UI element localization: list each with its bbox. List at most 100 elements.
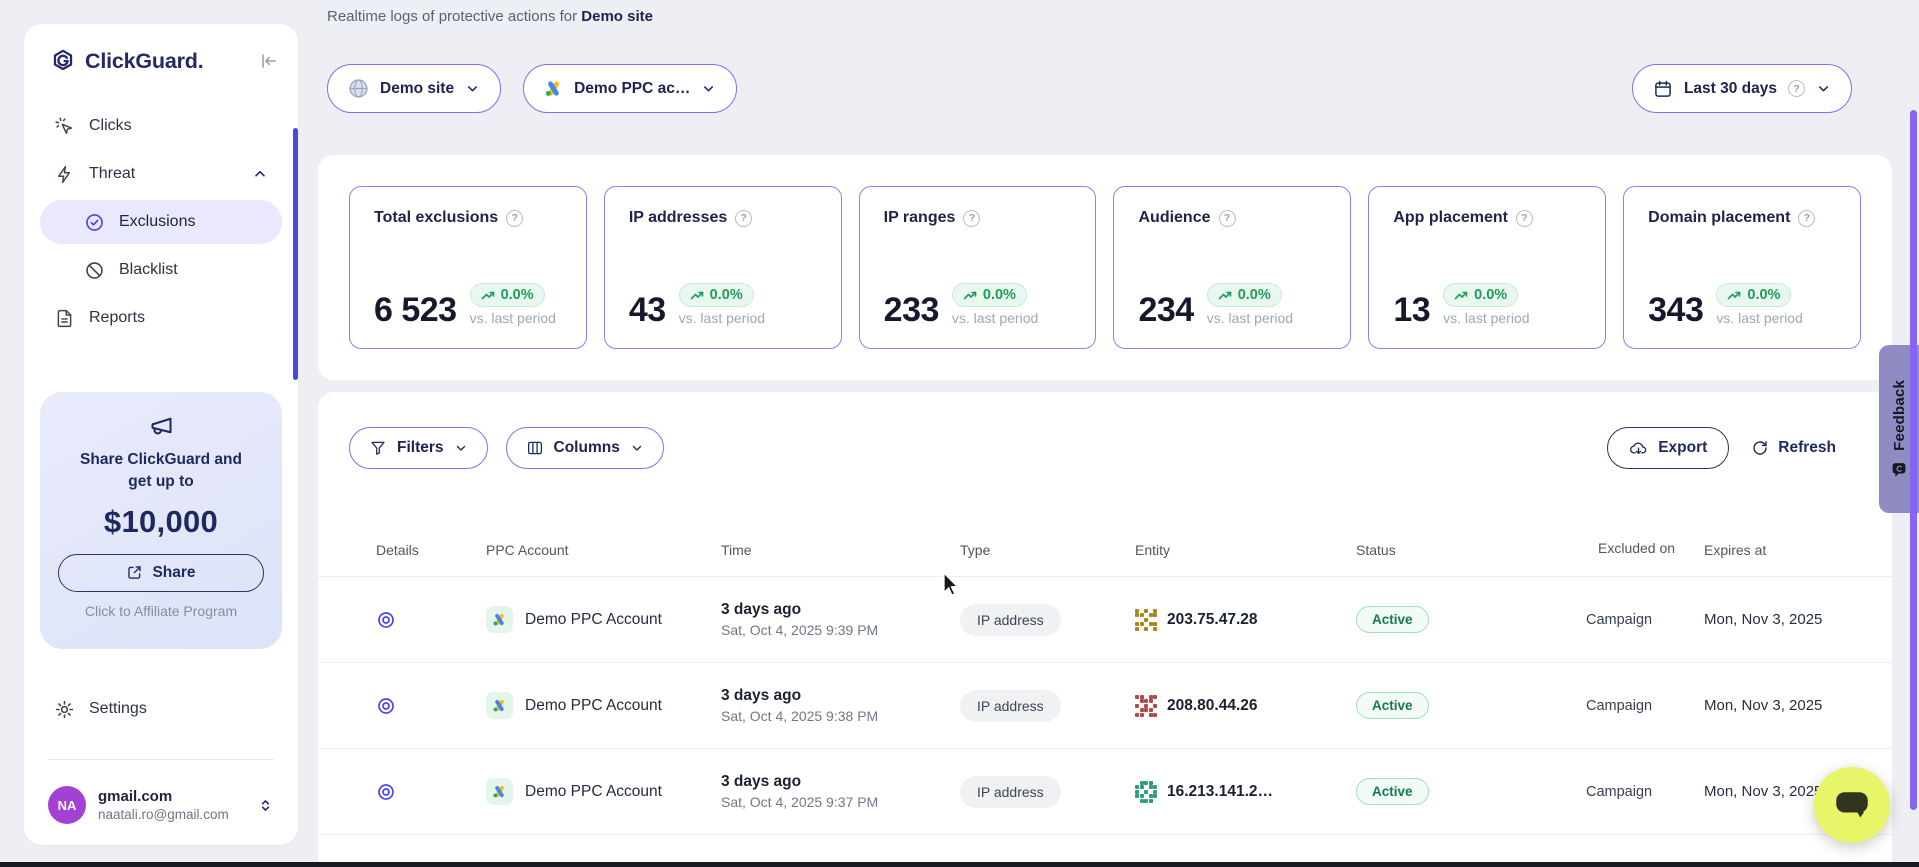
- export-label: Export: [1658, 439, 1707, 457]
- stat-change-badge: 0.0%: [1207, 283, 1282, 307]
- trend-up-icon: [481, 289, 495, 301]
- stat-label: Domain placement: [1648, 209, 1790, 227]
- table-header-row: Details PPC Account Time Type Entity Sta…: [318, 469, 1892, 577]
- chevron-down-icon: [454, 441, 468, 455]
- help-icon: ?: [1798, 210, 1815, 227]
- ppc-account-cell: Demo PPC Account: [486, 606, 721, 633]
- document-icon: [54, 308, 75, 329]
- entity-cell: 208.80.44.26: [1135, 695, 1356, 717]
- site-selector[interactable]: Demo site: [327, 64, 501, 113]
- logo-text: ClickGuard.: [85, 49, 203, 74]
- gear-icon: [54, 699, 75, 720]
- status-badge: Active: [1356, 692, 1429, 719]
- details-button[interactable]: [376, 696, 486, 716]
- ppc-selector-label: Demo PPC ac…: [574, 80, 690, 98]
- stat-change-note: vs. last period: [1207, 310, 1293, 326]
- status-badge: Active: [1356, 778, 1429, 805]
- ppc-account-selector[interactable]: Demo PPC ac…: [523, 64, 737, 113]
- subtitle-site-name: Demo site: [581, 8, 653, 25]
- account-email: naatali.ro@gmail.com: [98, 807, 229, 822]
- col-header-ppc-account: PPC Account: [486, 542, 721, 558]
- details-button[interactable]: [376, 782, 486, 802]
- stat-label: IP addresses: [629, 209, 727, 227]
- entity-cell: 16.213.141.2…: [1135, 781, 1356, 803]
- funnel-icon: [369, 439, 387, 457]
- stat-card-ip-ranges: IP ranges ? 233 0.0% vs. last period: [859, 186, 1097, 349]
- trend-up-icon: [1454, 289, 1468, 301]
- stat-change-note: vs. last period: [1716, 310, 1802, 326]
- stat-value: 343: [1648, 294, 1703, 326]
- type-badge: IP address: [960, 604, 1061, 636]
- promo-line2: get up to: [40, 471, 282, 493]
- stat-change-note: vs. last period: [470, 310, 556, 326]
- chevron-down-icon: [630, 441, 644, 455]
- table-row: Demo PPC Account 3 days ago Sat, Oct 4, …: [318, 663, 1892, 749]
- share-button-label: Share: [152, 564, 195, 582]
- status-badge: Active: [1356, 606, 1429, 633]
- google-ads-icon: [486, 778, 513, 805]
- columns-button[interactable]: Columns: [506, 427, 664, 469]
- stat-label: App placement: [1393, 209, 1508, 227]
- entity-cell: 203.75.47.28: [1135, 609, 1356, 631]
- stat-value: 13: [1393, 294, 1430, 326]
- entity-identicon: [1135, 781, 1157, 803]
- sidebar-item-blacklist[interactable]: Blacklist: [40, 248, 282, 292]
- sidebar-item-exclusions[interactable]: Exclusions: [40, 200, 282, 244]
- chevron-down-icon: [1816, 81, 1831, 96]
- chevron-down-icon: [701, 81, 716, 96]
- excluded-on-cell: Campaign: [1586, 698, 1652, 714]
- columns-icon: [526, 439, 544, 457]
- stat-label: Total exclusions: [374, 209, 498, 227]
- refresh-label: Refresh: [1778, 439, 1836, 457]
- chat-launcher-button[interactable]: [1814, 767, 1890, 843]
- trend-up-icon: [1727, 289, 1741, 301]
- ppc-account-cell: Demo PPC Account: [486, 692, 721, 719]
- stat-change-note: vs. last period: [1443, 310, 1529, 326]
- sidebar-divider: [48, 759, 274, 760]
- sidebar-collapse-icon[interactable]: [258, 51, 278, 71]
- filters-label: Filters: [397, 439, 444, 457]
- trend-up-icon: [690, 289, 704, 301]
- refresh-button[interactable]: Refresh: [1751, 439, 1836, 457]
- sidebar-item-reports[interactable]: Reports: [40, 296, 282, 340]
- details-button[interactable]: [376, 610, 486, 630]
- filters-button[interactable]: Filters: [349, 427, 488, 469]
- globe-icon: [348, 78, 369, 99]
- sidebar-item-label: Reports: [89, 309, 145, 327]
- stat-card-total-exclusions: Total exclusions ? 6 523 0.0% vs. last p…: [349, 186, 587, 349]
- bottom-edge-strip: [0, 862, 1919, 867]
- date-range-label: Last 30 days: [1684, 80, 1777, 98]
- stat-value: 43: [629, 294, 666, 326]
- trend-up-icon: [1218, 289, 1232, 301]
- page-subtitle: Realtime logs of protective actions for …: [327, 8, 653, 25]
- site-selector-label: Demo site: [380, 80, 454, 98]
- excluded-on-cell: Campaign: [1586, 784, 1652, 800]
- sidebar-item-clicks[interactable]: Clicks: [40, 104, 282, 148]
- google-ads-icon: [486, 692, 513, 719]
- stat-change-badge: 0.0%: [1716, 283, 1791, 307]
- type-badge: IP address: [960, 690, 1061, 722]
- col-header-status: Status: [1356, 542, 1574, 558]
- date-range-selector[interactable]: Last 30 days ?: [1632, 64, 1852, 113]
- calendar-icon: [1653, 79, 1673, 99]
- stat-change-badge: 0.0%: [470, 283, 545, 307]
- export-button[interactable]: Export: [1607, 427, 1729, 469]
- sidebar-scrollbar[interactable]: [293, 128, 298, 380]
- sidebar-item-threat[interactable]: Threat: [40, 152, 282, 196]
- stat-card-app-placement: App placement ? 13 0.0% vs. last period: [1368, 186, 1606, 349]
- columns-label: Columns: [554, 439, 620, 457]
- stat-label: Audience: [1138, 209, 1210, 227]
- promo-line1: Share ClickGuard and: [40, 449, 282, 471]
- sidebar-item-settings[interactable]: Settings: [40, 687, 282, 731]
- stat-card-domain-placement: Domain placement ? 343 0.0% vs. last per…: [1623, 186, 1861, 349]
- ban-icon: [84, 260, 105, 281]
- excluded-on-cell: Campaign: [1586, 612, 1652, 628]
- share-button[interactable]: Share: [58, 554, 264, 592]
- entity-identicon: [1135, 695, 1157, 717]
- avatar: NA: [48, 786, 86, 824]
- table-toolbar: Filters Columns Export: [318, 392, 1892, 469]
- page-scrollbar[interactable]: [1910, 110, 1917, 810]
- affiliate-link[interactable]: Click to Affiliate Program: [40, 603, 282, 619]
- account-switcher[interactable]: NA gmail.com naatali.ro@gmail.com: [40, 781, 282, 829]
- promo-amount: $10,000: [40, 504, 282, 540]
